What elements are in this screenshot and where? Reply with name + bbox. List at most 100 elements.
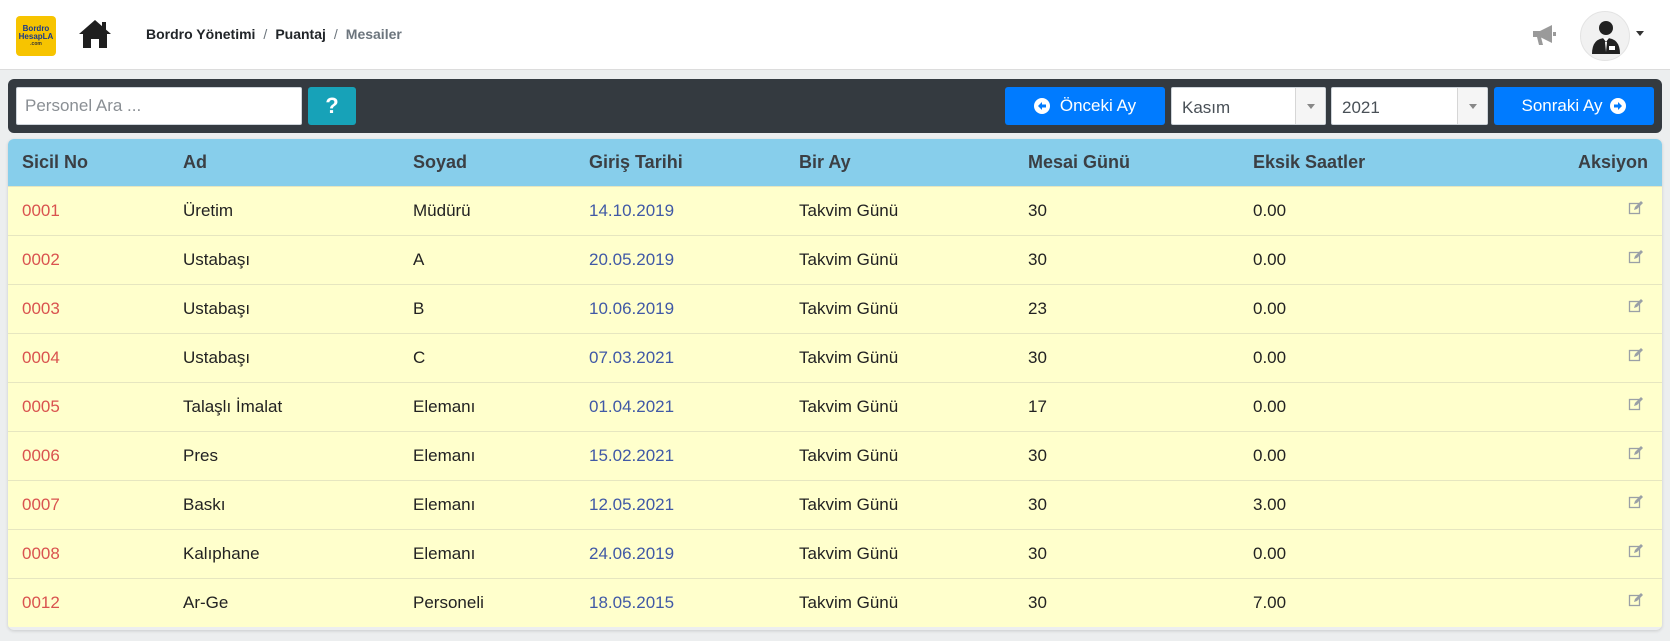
column-header-giris-tarihi[interactable]: Giriş Tarihi <box>575 139 785 186</box>
personel-search-input[interactable] <box>16 87 302 125</box>
cell-giris-tarihi: 18.05.2015 <box>589 592 675 612</box>
cell-ad: Kalıphane <box>183 543 260 563</box>
month-select[interactable]: Kasım <box>1171 87 1326 125</box>
edit-icon[interactable] <box>1628 200 1644 216</box>
cell-mesai-gunu: 30 <box>1028 347 1047 367</box>
cell-soyad: Elemanı <box>413 396 476 416</box>
table-row[interactable]: 0004 Ustabaşı C 07.03.2021 Takvim Günü 30 0.00 <box>8 333 1662 382</box>
cell-sicil-no[interactable]: 0004 <box>8 333 169 382</box>
cell-bir-ay: Takvim Günü <box>799 445 899 465</box>
table-row[interactable]: 0001 Üretim Müdürü 14.10.2019 Takvim Günü 30 0… <box>8 186 1662 235</box>
cell-eksik-saatler: 0.00 <box>1253 445 1287 465</box>
cell-soyad: Personeli <box>413 592 484 612</box>
cell-sicil-no[interactable]: 0005 <box>8 382 169 431</box>
cell-eksik-saatler: 0.00 <box>1253 396 1287 416</box>
cell-aksiyon <box>1459 235 1662 284</box>
cell-ad: Baskı <box>183 494 226 514</box>
cell-aksiyon <box>1459 480 1662 529</box>
cell-mesai-gunu: 30 <box>1028 592 1047 612</box>
cell-eksik-saatler: 0.00 <box>1253 543 1287 563</box>
cell-mesai-gunu: 23 <box>1028 298 1047 318</box>
breadcrumb: Bordro Yönetimi / Puantaj / Mesailer <box>146 26 402 42</box>
edit-icon[interactable] <box>1628 592 1644 608</box>
cell-aksiyon <box>1459 431 1662 480</box>
table-row[interactable]: 0002 Ustabaşı A 20.05.2019 Takvim Günü 30 0.00 <box>8 235 1662 284</box>
app-logo[interactable]: Bordro HesapLA .com <box>16 16 56 56</box>
table-row[interactable]: 0012 Ar-Ge Personeli 18.05.2015 Takvim Günü 3… <box>8 578 1662 627</box>
cell-eksik-saatler: 0.00 <box>1253 347 1287 367</box>
cell-sicil-no[interactable]: 0002 <box>8 235 169 284</box>
column-header-sicil-no[interactable]: Sicil No <box>8 139 169 186</box>
home-icon[interactable] <box>78 18 112 50</box>
cell-bir-ay: Takvim Günü <box>799 347 899 367</box>
table-header-row: Sicil No Ad Soyad Giriş Tarihi Bir Ay Me… <box>8 139 1662 186</box>
cell-aksiyon <box>1459 529 1662 578</box>
cell-bir-ay: Takvim Günü <box>799 298 899 318</box>
breadcrumb-puantaj[interactable]: Puantaj <box>275 26 326 42</box>
next-month-button[interactable]: Sonraki Ay <box>1494 87 1654 125</box>
cell-giris-tarihi: 01.04.2021 <box>589 396 675 416</box>
edit-icon[interactable] <box>1628 494 1644 510</box>
edit-icon[interactable] <box>1628 543 1644 559</box>
arrow-right-circle-icon <box>1610 98 1627 114</box>
cell-soyad: Elemanı <box>413 445 476 465</box>
cell-eksik-saatler: 0.00 <box>1253 200 1287 220</box>
cell-mesai-gunu: 30 <box>1028 249 1047 269</box>
cell-sicil-no[interactable]: 0006 <box>8 431 169 480</box>
cell-ad: Pres <box>183 445 218 465</box>
help-button[interactable]: ? <box>308 87 356 125</box>
cell-ad: Üretim <box>183 200 234 220</box>
cell-sicil-no[interactable]: 0001 <box>8 186 169 235</box>
cell-soyad: A <box>413 249 425 269</box>
table-body: 0001 Üretim Müdürü 14.10.2019 Takvim Günü 30 0… <box>8 186 1662 627</box>
cell-giris-tarihi: 24.06.2019 <box>589 543 675 563</box>
edit-icon[interactable] <box>1628 445 1644 461</box>
cell-bir-ay: Takvim Günü <box>799 494 899 514</box>
column-header-eksik-saatler[interactable]: Eksik Saatler <box>1239 139 1459 186</box>
edit-icon[interactable] <box>1628 298 1644 314</box>
column-header-aksiyon: Aksiyon <box>1577 151 1648 172</box>
cell-giris-tarihi: 15.02.2021 <box>589 445 675 465</box>
cell-sicil-no[interactable]: 0012 <box>8 578 169 627</box>
table-row[interactable]: 0005 Talaşlı İmalat Elemanı 01.04.2021 Takvi… <box>8 382 1662 431</box>
year-select[interactable]: 2021 <box>1331 87 1488 125</box>
cell-eksik-saatler: 3.00 <box>1253 494 1287 514</box>
cell-giris-tarihi: 07.03.2021 <box>589 347 675 367</box>
table-row[interactable]: 0008 Kalıphane Elemanı 24.06.2019 Takvim Gün… <box>8 529 1662 578</box>
column-header-ad[interactable]: Ad <box>169 139 399 186</box>
column-header-soyad[interactable]: Soyad <box>399 139 575 186</box>
previous-month-label: Önceki Ay <box>1059 96 1137 115</box>
column-header-bir-ay[interactable]: Bir Ay <box>785 139 1014 186</box>
cell-sicil-no[interactable]: 0007 <box>8 480 169 529</box>
table-row[interactable]: 0003 Ustabaşı B 10.06.2019 Takvim Günü 23 0.00 <box>8 284 1662 333</box>
filter-toolbar: ? Önceki Ay Kasım 2021 Sonraki Ay <box>8 79 1662 133</box>
previous-month-button[interactable]: Önceki Ay <box>1005 87 1165 125</box>
cell-giris-tarihi: 12.05.2021 <box>589 494 675 514</box>
cell-bir-ay: Takvim Günü <box>799 249 899 269</box>
edit-icon[interactable] <box>1628 249 1644 265</box>
cell-giris-tarihi: 14.10.2019 <box>589 200 675 220</box>
cell-mesai-gunu: 30 <box>1028 543 1047 563</box>
cell-mesai-gunu: 30 <box>1028 445 1047 465</box>
edit-icon[interactable] <box>1628 396 1644 412</box>
cell-eksik-saatler: 0.00 <box>1253 298 1287 318</box>
chevron-down-icon[interactable] <box>1457 88 1487 124</box>
edit-icon[interactable] <box>1628 347 1644 363</box>
cell-mesai-gunu: 17 <box>1028 396 1047 416</box>
table-row[interactable]: 0006 Pres Elemanı 15.02.2021 Takvim Günü 30 0.… <box>8 431 1662 480</box>
table-row[interactable]: 0007 Baskı Elemanı 12.05.2021 Takvim Günü 30 3… <box>8 480 1662 529</box>
year-select-value: 2021 <box>1342 98 1380 117</box>
breadcrumb-bordro-yonetimi[interactable]: Bordro Yönetimi <box>146 26 255 42</box>
megaphone-icon[interactable] <box>1530 22 1558 48</box>
chevron-down-icon[interactable] <box>1295 88 1325 124</box>
mesai-table-container: Sicil No Ad Soyad Giriş Tarihi Bir Ay Me… <box>8 139 1662 630</box>
cell-soyad: B <box>413 298 425 318</box>
cell-ad: Talaşlı İmalat <box>183 396 283 416</box>
cell-sicil-no[interactable]: 0008 <box>8 529 169 578</box>
top-navbar: Bordro HesapLA .com Bordro Yönetimi / Pu… <box>0 0 1670 70</box>
cell-sicil-no[interactable]: 0003 <box>8 284 169 333</box>
cell-bir-ay: Takvim Günü <box>799 543 899 563</box>
user-avatar[interactable] <box>1580 11 1630 61</box>
column-header-mesai-gunu[interactable]: Mesai Günü <box>1014 139 1239 186</box>
user-menu-caret-icon[interactable] <box>1636 31 1644 36</box>
